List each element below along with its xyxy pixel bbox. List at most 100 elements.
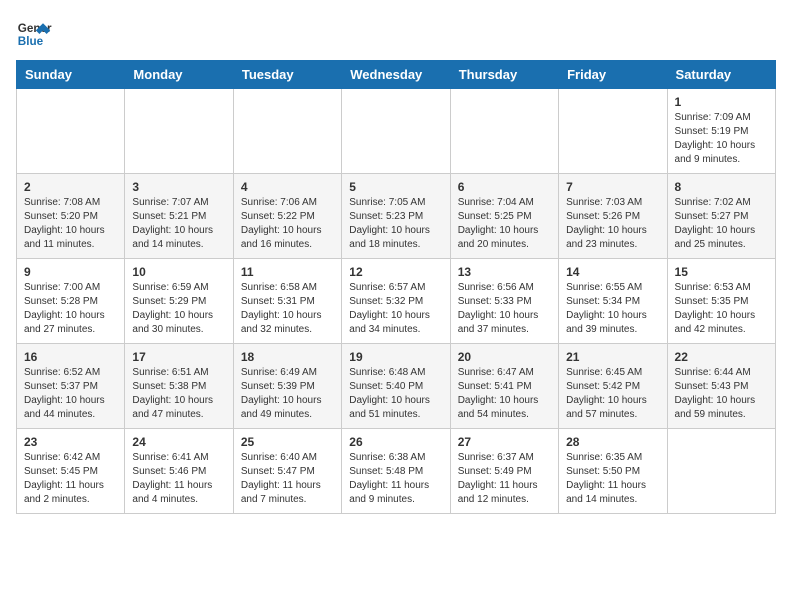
calendar-cell: 19 Sunrise: 6:48 AM Sunset: 5:40 PM Dayli…: [342, 344, 450, 429]
weekday-header-row: SundayMondayTuesdayWednesdayThursdayFrid…: [17, 61, 776, 89]
calendar-cell: 17 Sunrise: 6:51 AM Sunset: 5:38 PM Dayli…: [125, 344, 233, 429]
day-number: 19: [349, 350, 442, 364]
day-info: Sunrise: 6:59 AM Sunset: 5:29 PM Dayligh…: [132, 281, 225, 337]
weekday-header-tuesday: Tuesday: [233, 61, 341, 89]
day-info: Sunrise: 6:41 AM Sunset: 5:46 PM Dayligh…: [132, 451, 225, 507]
calendar-cell: 1 Sunrise: 7:09 AM Sunset: 5:19 PM Daylig…: [667, 89, 775, 174]
calendar-cell: 15 Sunrise: 6:53 AM Sunset: 5:35 PM Dayli…: [667, 259, 775, 344]
calendar-cell: [233, 89, 341, 174]
week-row-3: 9 Sunrise: 7:00 AM Sunset: 5:28 PM Daylig…: [17, 259, 776, 344]
day-info: Sunrise: 6:57 AM Sunset: 5:32 PM Dayligh…: [349, 281, 442, 337]
day-info: Sunrise: 7:07 AM Sunset: 5:21 PM Dayligh…: [132, 196, 225, 252]
day-info: Sunrise: 7:00 AM Sunset: 5:28 PM Dayligh…: [24, 281, 117, 337]
calendar-cell: 5 Sunrise: 7:05 AM Sunset: 5:23 PM Daylig…: [342, 174, 450, 259]
day-info: Sunrise: 7:05 AM Sunset: 5:23 PM Dayligh…: [349, 196, 442, 252]
calendar-cell: 16 Sunrise: 6:52 AM Sunset: 5:37 PM Dayli…: [17, 344, 125, 429]
calendar-cell: [125, 89, 233, 174]
calendar-cell: 7 Sunrise: 7:03 AM Sunset: 5:26 PM Daylig…: [559, 174, 667, 259]
calendar-cell: 25 Sunrise: 6:40 AM Sunset: 5:47 PM Dayli…: [233, 429, 341, 514]
calendar: SundayMondayTuesdayWednesdayThursdayFrid…: [16, 60, 776, 514]
day-info: Sunrise: 6:45 AM Sunset: 5:42 PM Dayligh…: [566, 366, 659, 422]
weekday-header-friday: Friday: [559, 61, 667, 89]
day-number: 9: [24, 265, 117, 279]
calendar-cell: 3 Sunrise: 7:07 AM Sunset: 5:21 PM Daylig…: [125, 174, 233, 259]
calendar-cell: 21 Sunrise: 6:45 AM Sunset: 5:42 PM Dayli…: [559, 344, 667, 429]
day-number: 14: [566, 265, 659, 279]
day-number: 23: [24, 435, 117, 449]
logo-icon: General Blue: [16, 16, 52, 52]
logo: General Blue: [16, 16, 52, 52]
calendar-cell: 13 Sunrise: 6:56 AM Sunset: 5:33 PM Dayli…: [450, 259, 558, 344]
day-info: Sunrise: 6:38 AM Sunset: 5:48 PM Dayligh…: [349, 451, 442, 507]
day-info: Sunrise: 6:44 AM Sunset: 5:43 PM Dayligh…: [675, 366, 768, 422]
weekday-header-sunday: Sunday: [17, 61, 125, 89]
svg-text:Blue: Blue: [18, 35, 44, 48]
weekday-header-wednesday: Wednesday: [342, 61, 450, 89]
day-info: Sunrise: 6:52 AM Sunset: 5:37 PM Dayligh…: [24, 366, 117, 422]
day-number: 24: [132, 435, 225, 449]
day-number: 1: [675, 95, 768, 109]
day-number: 4: [241, 180, 334, 194]
calendar-cell: 23 Sunrise: 6:42 AM Sunset: 5:45 PM Dayli…: [17, 429, 125, 514]
calendar-cell: [559, 89, 667, 174]
weekday-header-thursday: Thursday: [450, 61, 558, 89]
day-info: Sunrise: 6:48 AM Sunset: 5:40 PM Dayligh…: [349, 366, 442, 422]
calendar-cell: [342, 89, 450, 174]
day-info: Sunrise: 7:02 AM Sunset: 5:27 PM Dayligh…: [675, 196, 768, 252]
calendar-cell: [450, 89, 558, 174]
calendar-cell: 11Sunrise: 6:58 AM Sunset: 5:31 PM Dayli…: [233, 259, 341, 344]
day-number: 7: [566, 180, 659, 194]
day-info: Sunrise: 6:58 AM Sunset: 5:31 PM Dayligh…: [241, 281, 334, 337]
day-number: 3: [132, 180, 225, 194]
day-info: Sunrise: 7:03 AM Sunset: 5:26 PM Dayligh…: [566, 196, 659, 252]
calendar-cell: 22 Sunrise: 6:44 AM Sunset: 5:43 PM Dayli…: [667, 344, 775, 429]
day-info: Sunrise: 6:49 AM Sunset: 5:39 PM Dayligh…: [241, 366, 334, 422]
day-info: Sunrise: 6:37 AM Sunset: 5:49 PM Dayligh…: [458, 451, 551, 507]
day-info: Sunrise: 7:06 AM Sunset: 5:22 PM Dayligh…: [241, 196, 334, 252]
day-number: 25: [241, 435, 334, 449]
week-row-4: 16 Sunrise: 6:52 AM Sunset: 5:37 PM Dayli…: [17, 344, 776, 429]
day-info: Sunrise: 6:35 AM Sunset: 5:50 PM Dayligh…: [566, 451, 659, 507]
day-info: Sunrise: 6:51 AM Sunset: 5:38 PM Dayligh…: [132, 366, 225, 422]
day-number: 13: [458, 265, 551, 279]
day-number: 2: [24, 180, 117, 194]
calendar-cell: 10 Sunrise: 6:59 AM Sunset: 5:29 PM Dayli…: [125, 259, 233, 344]
day-info: Sunrise: 7:04 AM Sunset: 5:25 PM Dayligh…: [458, 196, 551, 252]
calendar-cell: 4 Sunrise: 7:06 AM Sunset: 5:22 PM Daylig…: [233, 174, 341, 259]
day-info: Sunrise: 6:42 AM Sunset: 5:45 PM Dayligh…: [24, 451, 117, 507]
calendar-cell: 26 Sunrise: 6:38 AM Sunset: 5:48 PM Dayli…: [342, 429, 450, 514]
day-number: 16: [24, 350, 117, 364]
calendar-cell: 8 Sunrise: 7:02 AM Sunset: 5:27 PM Daylig…: [667, 174, 775, 259]
day-info: Sunrise: 6:55 AM Sunset: 5:34 PM Dayligh…: [566, 281, 659, 337]
day-number: 5: [349, 180, 442, 194]
day-number: 21: [566, 350, 659, 364]
day-number: 27: [458, 435, 551, 449]
day-number: 28: [566, 435, 659, 449]
day-number: 8: [675, 180, 768, 194]
day-number: 18: [241, 350, 334, 364]
week-row-2: 2 Sunrise: 7:08 AM Sunset: 5:20 PM Daylig…: [17, 174, 776, 259]
weekday-header-saturday: Saturday: [667, 61, 775, 89]
day-info: Sunrise: 6:40 AM Sunset: 5:47 PM Dayligh…: [241, 451, 334, 507]
day-info: Sunrise: 7:09 AM Sunset: 5:19 PM Dayligh…: [675, 111, 768, 167]
day-number: 15: [675, 265, 768, 279]
day-number: 17: [132, 350, 225, 364]
day-info: Sunrise: 6:53 AM Sunset: 5:35 PM Dayligh…: [675, 281, 768, 337]
calendar-cell: 20 Sunrise: 6:47 AM Sunset: 5:41 PM Dayli…: [450, 344, 558, 429]
calendar-cell: 18 Sunrise: 6:49 AM Sunset: 5:39 PM Dayli…: [233, 344, 341, 429]
day-number: 12: [349, 265, 442, 279]
calendar-cell: 27 Sunrise: 6:37 AM Sunset: 5:49 PM Dayli…: [450, 429, 558, 514]
calendar-cell: [17, 89, 125, 174]
day-info: Sunrise: 6:56 AM Sunset: 5:33 PM Dayligh…: [458, 281, 551, 337]
calendar-cell: 6 Sunrise: 7:04 AM Sunset: 5:25 PM Daylig…: [450, 174, 558, 259]
day-number: 6: [458, 180, 551, 194]
calendar-cell: 24 Sunrise: 6:41 AM Sunset: 5:46 PM Dayli…: [125, 429, 233, 514]
day-number: 22: [675, 350, 768, 364]
day-number: 10: [132, 265, 225, 279]
calendar-cell: 28 Sunrise: 6:35 AM Sunset: 5:50 PM Dayli…: [559, 429, 667, 514]
day-number: 26: [349, 435, 442, 449]
day-info: Sunrise: 6:47 AM Sunset: 5:41 PM Dayligh…: [458, 366, 551, 422]
day-info: Sunrise: 7:08 AM Sunset: 5:20 PM Dayligh…: [24, 196, 117, 252]
day-number: 20: [458, 350, 551, 364]
calendar-cell: 9 Sunrise: 7:00 AM Sunset: 5:28 PM Daylig…: [17, 259, 125, 344]
